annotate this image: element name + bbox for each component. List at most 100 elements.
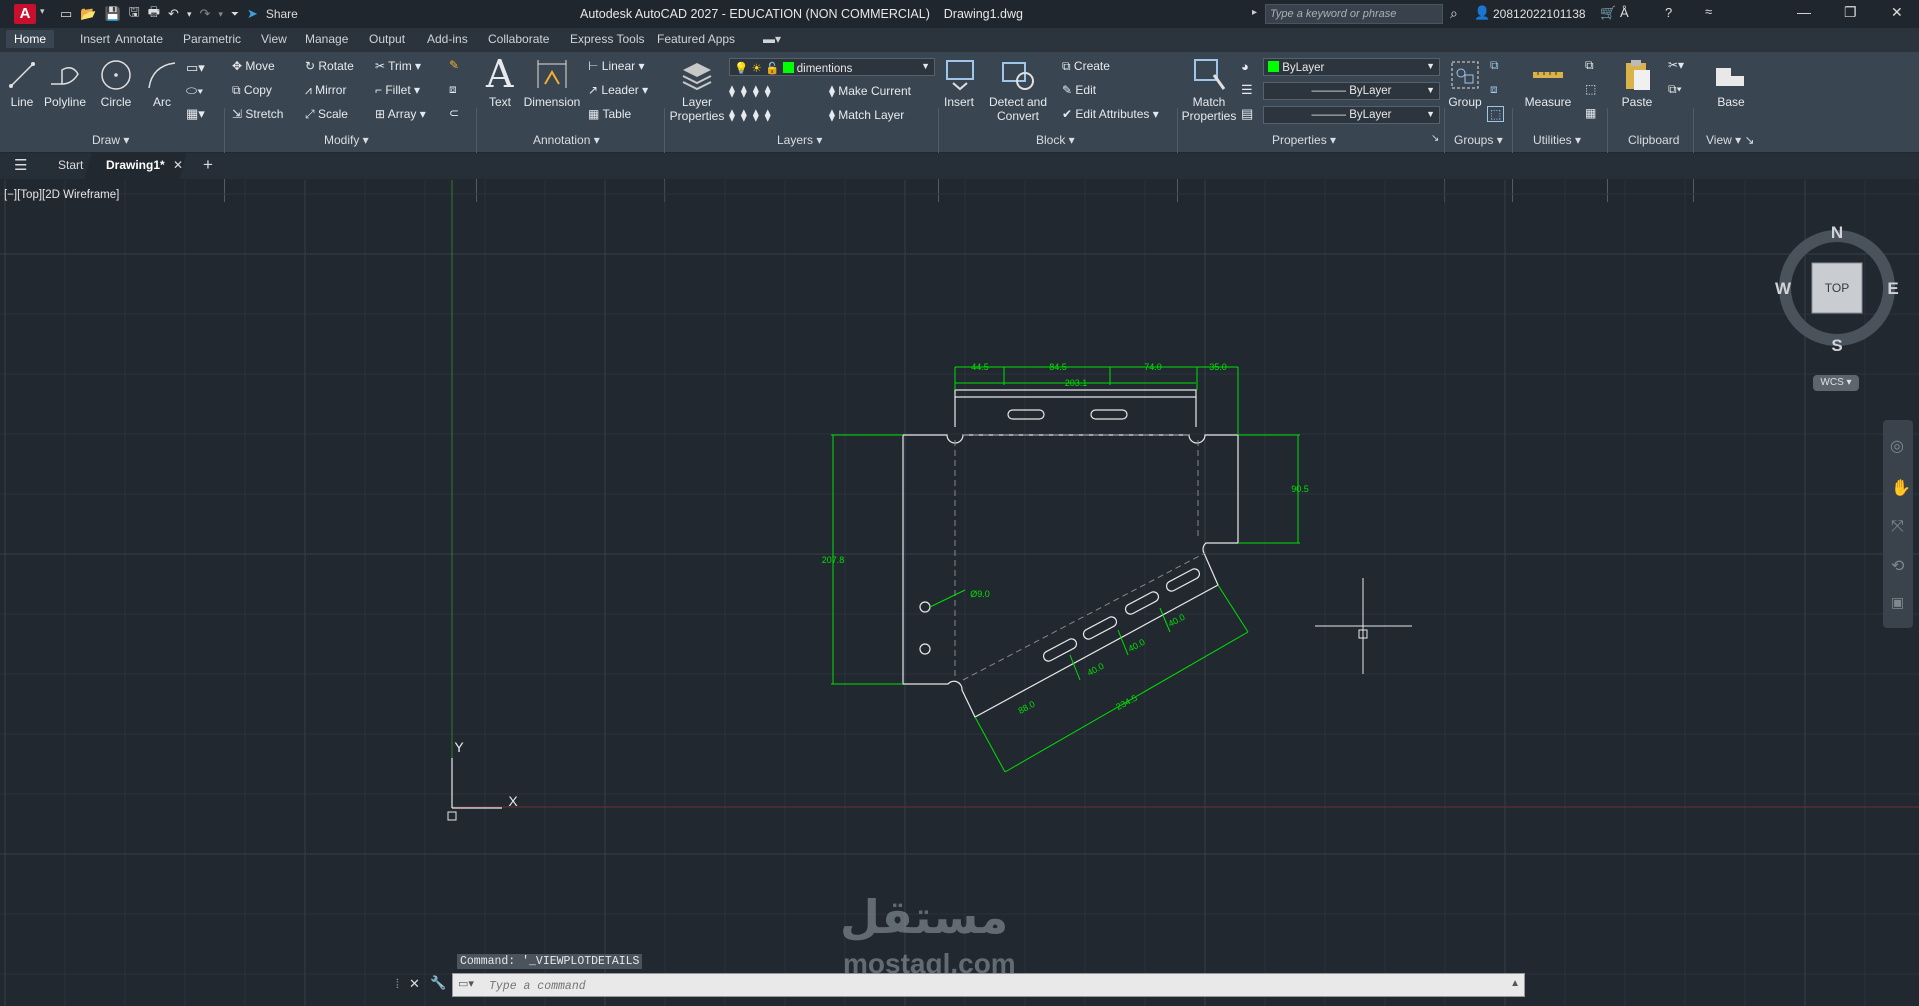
group-selection-icon[interactable]: ⬚ [1487, 106, 1505, 122]
communication-icon[interactable]: ≈ [1705, 4, 1712, 19]
steering-wheel-icon[interactable]: ◎ [1890, 436, 1904, 456]
copy-button[interactable]: ⧉ Copy [232, 83, 272, 98]
leader-button[interactable]: ↗ Leader ▾ [588, 83, 648, 97]
paste-button[interactable]: Paste [1602, 95, 1672, 109]
base-button[interactable]: Base [1696, 95, 1766, 109]
ungroup-icon[interactable]: ⧉ [1490, 58, 1499, 73]
scale-button[interactable]: ⤢ Scale [305, 107, 348, 122]
compass-north[interactable]: N [1831, 223, 1843, 242]
showmotion-icon[interactable]: ▣ [1891, 594, 1904, 611]
tab-add-ins[interactable]: Add-ins [427, 32, 468, 46]
layer-dropdown[interactable]: 💡 ☀ 🔓 dimentions ▼ [729, 58, 935, 76]
copy-clip-icon[interactable]: ⧉▾ [1668, 82, 1682, 97]
command-grip-icon[interactable]: ⦙ [396, 976, 399, 992]
command-input[interactable] [487, 976, 1491, 996]
array-button[interactable]: ⊞ Array ▾ [375, 107, 426, 121]
pan-icon[interactable]: ✋ [1891, 478, 1911, 498]
search-icon[interactable]: ⌕ [1450, 5, 1458, 22]
match-properties-button[interactable]: Match Properties [1174, 95, 1244, 123]
color-dropdown[interactable]: ByLayer ▼ [1263, 58, 1440, 76]
search-input[interactable]: Type a keyword or phrase [1265, 4, 1443, 24]
tab-collaborate[interactable]: Collaborate [488, 32, 549, 46]
measure-button[interactable]: Measure [1513, 95, 1583, 109]
tab-insert[interactable]: Insert [80, 32, 110, 46]
cut-icon[interactable]: ✂▾ [1668, 58, 1684, 72]
layer-tools-row-2[interactable]: ⧫⧫⧫⧫ [729, 108, 777, 122]
autodesk-app-icon[interactable]: Å [1620, 5, 1629, 20]
undo-icon[interactable]: ↶ [168, 6, 179, 22]
dimension-button[interactable]: Dimension [517, 95, 587, 109]
command-expand-icon[interactable]: ▲ [1510, 978, 1520, 989]
layer-properties-button[interactable]: Layer Properties [662, 95, 732, 123]
restore-icon[interactable]: ❐ [1844, 4, 1857, 21]
viewcube[interactable]: TOP N S W E [1770, 220, 1919, 360]
tab-view[interactable]: View [261, 32, 287, 46]
create-block-button[interactable]: ⧉ Create [1062, 59, 1110, 74]
recent-commands-icon[interactable]: ▭▾ [458, 977, 474, 990]
slot[interactable] [1007, 409, 1045, 420]
offset-icon[interactable]: ⊂ [449, 106, 459, 120]
tab-annotate[interactable]: Annotate [115, 32, 163, 46]
hatch-icon[interactable]: ⬭▾ [186, 83, 203, 99]
undo-dropdown-icon[interactable]: ▾ [187, 9, 192, 20]
tab-express-tools[interactable]: Express Tools [570, 32, 644, 46]
lineweight-dropdown[interactable]: ——— ByLayer ▼ [1263, 106, 1440, 124]
command-customize-icon[interactable]: 🔧 [430, 975, 446, 991]
redo-icon[interactable]: ↷ [199, 6, 210, 22]
customize-qat-icon[interactable]: ⏷ [231, 9, 239, 20]
plate-outline[interactable] [902, 434, 1239, 718]
annotation-panel-title[interactable]: Annotation ▾ [533, 133, 600, 147]
ucs-menu-button[interactable]: WCS ▾ [1813, 375, 1859, 391]
tab-featured-apps[interactable]: Featured Apps [657, 32, 735, 46]
calculator-icon[interactable]: ▦ [1585, 106, 1596, 120]
layer-tools-row-1[interactable]: ⧫⧫⧫⧫ [729, 84, 777, 98]
erase-icon[interactable]: ✎ [449, 58, 459, 72]
tab-manage[interactable]: Manage [305, 32, 348, 46]
hole[interactable] [919, 601, 931, 613]
username-label[interactable]: 20812022101138 [1493, 7, 1586, 21]
properties-launcher-icon[interactable]: ↘ [1431, 133, 1439, 144]
redo-dropdown-icon[interactable]: ▾ [218, 9, 223, 20]
help-icon[interactable]: ? [1665, 5, 1672, 20]
plot-icon[interactable]: 🖶 [148, 3, 160, 25]
group-edit-icon[interactable]: ⧈ [1490, 82, 1498, 97]
rectangle-icon[interactable]: ▭▾ [186, 60, 205, 76]
viewcube-top-face[interactable]: TOP [1825, 281, 1849, 295]
linetype-dropdown[interactable]: ——— ByLayer ▼ [1263, 82, 1440, 100]
search-expand-icon[interactable]: ▸ [1252, 7, 1257, 18]
angled-slot[interactable] [1042, 637, 1078, 663]
compass-south[interactable]: S [1831, 336, 1842, 355]
edit-block-button[interactable]: ✎ Edit [1062, 83, 1096, 97]
drawing-canvas[interactable]: 44.5 84.5 74.0 35.0 203.1 207.8 90.5 Ø9.0 40.0 40… [0, 180, 1919, 1006]
zoom-extents-icon[interactable]: ⤧ [1891, 518, 1904, 536]
fillet-button[interactable]: ⌐ Fillet ▾ [375, 83, 420, 97]
ribbon-toggle-icon[interactable]: ▬▾ [763, 32, 781, 46]
viewport-controls-label[interactable]: [−][Top][2D Wireframe] [4, 189, 119, 201]
application-menu-button[interactable]: A [14, 4, 36, 24]
angled-slot[interactable] [1082, 615, 1118, 641]
command-close-icon[interactable]: ✕ [409, 976, 420, 992]
compass-east[interactable]: E [1887, 279, 1898, 298]
tab-home[interactable]: Home [6, 30, 55, 48]
open-file-icon[interactable]: 📂 [80, 6, 96, 22]
slot[interactable] [1090, 409, 1128, 420]
detect-convert-button[interactable]: Detect and Convert [983, 95, 1053, 123]
user-icon[interactable]: 👤 [1474, 5, 1490, 21]
share-button[interactable]: Share [266, 7, 298, 21]
utilities-panel-title[interactable]: Utilities ▾ [1533, 133, 1581, 147]
compass-west[interactable]: W [1775, 279, 1792, 298]
edit-attributes-button[interactable]: ✔ Edit Attributes ▾ [1062, 107, 1159, 121]
minimize-icon[interactable]: — [1797, 4, 1811, 20]
new-tab-icon[interactable]: + [203, 155, 213, 175]
select-all-icon[interactable]: ⬚ [1585, 82, 1596, 96]
properties-panel-title[interactable]: Properties ▾ [1272, 133, 1336, 147]
hamburger-menu-icon[interactable]: ☰ [14, 156, 27, 174]
move-button[interactable]: ✥ Move [232, 59, 275, 73]
close-icon[interactable]: ✕ [1891, 4, 1903, 21]
linear-button[interactable]: ⊢ Linear ▾ [588, 59, 645, 73]
close-tab-icon[interactable]: ✕ [173, 158, 183, 172]
share-icon[interactable]: ➤ [247, 6, 258, 22]
draw-panel-title[interactable]: Draw ▾ [92, 133, 129, 147]
start-tab[interactable]: Start [58, 158, 83, 172]
boundary-icon[interactable]: ▦▾ [186, 106, 205, 122]
